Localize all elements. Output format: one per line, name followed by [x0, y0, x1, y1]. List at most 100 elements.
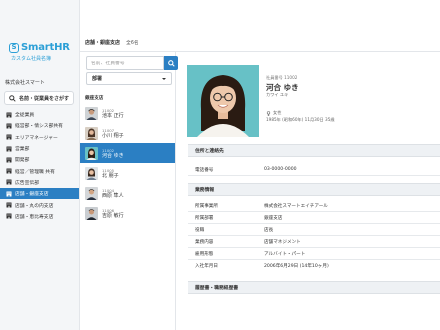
employee-kana: カワイ ユキ: [266, 92, 289, 97]
member-search-field[interactable]: [86, 56, 164, 70]
sidebar: S SmartHR カスタム社員名簿 株式会社スマート 名前・従業員をさがす 全…: [0, 0, 80, 330]
sidebar-item-all[interactable]: 全従業員: [0, 109, 79, 120]
list-item[interactable]: 11005 北 朋子: [80, 163, 175, 183]
section-title: 履歴書・職務経歴書: [195, 286, 239, 291]
avatar: [85, 106, 98, 120]
sidebar-item-label: エリアマネージャー: [15, 135, 58, 141]
avatar: [85, 206, 98, 220]
employee-photo: [187, 65, 259, 137]
member-name: 池本 正行: [102, 112, 124, 119]
sidebar-item-label: 店舗・恵比寿支店: [15, 214, 54, 220]
building-icon: [6, 134, 12, 140]
field-row: 所属部署 銀座支店: [188, 212, 440, 224]
member-name: 北 朋子: [102, 172, 119, 179]
field-row: 業務内容 店舗マネジメント: [188, 236, 440, 248]
avatar: [85, 126, 98, 140]
group-label: 銀座支店: [85, 96, 104, 101]
field-key: 所属部署: [195, 215, 214, 221]
smarthr-logo-icon: S: [9, 42, 19, 53]
section-employment[interactable]: 業務情報: [188, 183, 440, 196]
sidebar-item-ginza[interactable]: 店舗・銀座支店: [0, 188, 79, 200]
field-row: 入社年月日 2006年6月29日 (14年10ヶ月): [188, 260, 440, 272]
field-row: 役職 店長: [188, 224, 440, 236]
building-icon: [6, 213, 12, 219]
building-icon: [6, 112, 12, 118]
search-icon: [167, 59, 175, 67]
field-key: 入社年月日: [195, 264, 218, 269]
sidebar-item-sales[interactable]: 営業部: [0, 143, 79, 154]
field-value: 株式会社スマートエイチアール: [264, 203, 328, 209]
sidebar-item-label: 全従業員: [15, 113, 35, 119]
brand-logo[interactable]: S SmartHR カスタム社員名簿: [9, 42, 73, 62]
sidebar-item-marunouchi[interactable]: 店舗・丸の内支店: [0, 199, 79, 210]
employee-gender: 女性: [273, 110, 282, 115]
section-history[interactable]: 履歴書・職務経歴書: [188, 281, 440, 294]
employee-number: 社員番号 11002: [266, 75, 298, 80]
avatar: [85, 166, 98, 180]
sidebar-item-exec-shared[interactable]: 経営／管理職 共有: [0, 165, 79, 176]
sidebar-item-label: 経営部・情シス部共有: [15, 124, 63, 130]
member-list: 11002 池本 正行 11007 小川 翔子 11002 河合 ゆき 11005 北 …: [80, 103, 175, 223]
list-item[interactable]: 11002 池本 正行: [80, 103, 175, 123]
field-row: 雇用形態 アルバイト・パート: [188, 248, 440, 260]
sidebar-item-ebisu[interactable]: 店舗・恵比寿支店: [0, 211, 79, 222]
field-value: 03-0000-0000: [264, 167, 297, 172]
brand-subtitle: カスタム社員名簿: [11, 56, 52, 62]
sidebar-item-ads[interactable]: 広告宣伝部: [0, 177, 79, 188]
sidebar-item-label: 店舗・銀座支店: [15, 192, 49, 198]
field-key: 雇用形態: [195, 251, 214, 257]
search-employee-label: 名前・従業員をさがす: [19, 95, 70, 102]
department-select-label: 部署: [92, 76, 103, 82]
gender-row: 女性: [266, 110, 281, 116]
field-value: 店舗マネジメント: [264, 239, 301, 245]
chevron-down-icon: [162, 77, 166, 80]
list-item[interactable]: 11002 河合 ゆき: [80, 143, 175, 163]
field-key: 電話番号: [195, 167, 214, 173]
search-employee-button[interactable]: 名前・従業員をさがす: [4, 91, 74, 105]
section-title: 業務情報: [195, 188, 215, 193]
sidebar-item-mgmt-shared[interactable]: 経営部・情シス部共有: [0, 120, 79, 131]
building-icon: [6, 179, 12, 185]
sidebar-item-label: 店舗・丸の内支店: [15, 203, 54, 209]
member-list-panel: 部署 銀座支店 11002池本 正行 11007小川 翔子 11002河合 ゆき…: [80, 52, 178, 330]
field-key: 所属事業所: [195, 203, 218, 209]
building-icon: [6, 191, 12, 197]
list-item[interactable]: 11004 西原 隼人: [80, 183, 175, 203]
field-row: 所属事業所 株式会社スマートエイチアール: [188, 200, 440, 212]
section-address[interactable]: 住所と連絡先: [188, 144, 440, 157]
sidebar-item-dev[interactable]: 開発部: [0, 154, 79, 165]
building-icon: [6, 157, 12, 163]
sidebar-nav: 全従業員 経営部・情シス部共有 エリアマネージャー 営業部 開発部 経営／管理職…: [0, 109, 79, 222]
employee-detail: 社員番号 11002 河合 ゆき カワイ ユキ 女性 1985年 (昭和60年)…: [176, 52, 440, 330]
member-name: 河合 ゆき: [102, 152, 124, 159]
page-header: 店舗・銀座支店 全6名: [80, 34, 440, 52]
section-title: 住所と連絡先: [195, 149, 224, 154]
field-key: 役職: [195, 227, 205, 233]
list-item[interactable]: 11007 小川 翔子: [80, 123, 175, 143]
field-value: アルバイト・パート: [264, 251, 306, 257]
brand-name: SmartHR: [21, 42, 70, 53]
sidebar-item-label: 開発部: [15, 158, 30, 164]
sidebar-item-area-manager[interactable]: エリアマネージャー: [0, 132, 79, 143]
building-icon: [6, 168, 12, 174]
avatar: [85, 146, 98, 160]
female-icon: [266, 110, 271, 116]
avatar: [85, 186, 98, 200]
member-name: 小川 翔子: [102, 132, 124, 139]
building-icon: [6, 123, 12, 129]
sidebar-item-label: 広告宣伝部: [15, 180, 39, 186]
sidebar-item-label: 経営／管理職 共有: [15, 169, 55, 175]
field-value: 店長: [264, 227, 274, 233]
field-value: 2006年6月29日 (14年10ヶ月): [264, 264, 329, 269]
search-icon: [9, 94, 16, 102]
member-count: 全6名: [126, 41, 139, 46]
building-icon: [6, 202, 12, 208]
building-icon: [6, 146, 12, 152]
sidebar-item-label: 営業部: [15, 147, 30, 153]
member-name: 西原 隼人: [102, 192, 124, 199]
member-search-input[interactable]: [91, 60, 163, 66]
page-title: 店舗・銀座支店: [85, 40, 121, 46]
field-row: 電話番号 03-0000-0000: [188, 164, 440, 176]
department-select[interactable]: 部署: [86, 72, 172, 85]
list-item[interactable]: 11006 吉原 敏行: [80, 203, 175, 223]
